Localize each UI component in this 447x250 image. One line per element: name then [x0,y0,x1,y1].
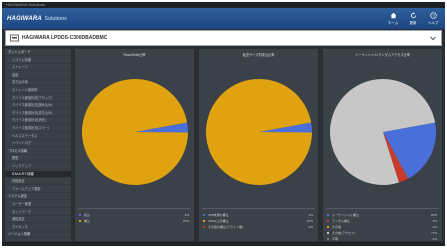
chart-legend: 4KB未満の書込 3% 4KB以上の書込 97% その他の書込(アライン無) 0% [202,212,315,230]
app-header: HAGIWARA Solutions ホーム 更新 ? ヘルプ [2,8,445,29]
sidebar-item[interactable]: ライセンス [5,224,71,231]
brand-logo: HAGIWARA Solutions [7,16,67,22]
legend-label: 書込 [84,219,91,223]
sidebar-item[interactable]: ダッシュボード [5,49,71,56]
seq-random-panel: シーケンシャル/ランダムアクセス比率シーケンシャル書込 20% ランダム書込 3% その… [323,49,442,241]
legend-swatch [79,214,81,216]
legend-value: 97% [182,219,189,223]
brand-suffix: Solutions [44,16,67,22]
sidebar-item[interactable]: 詳細設定 [5,178,71,186]
sidebar-item[interactable]: デバイス使用状況(読み込み) [5,102,71,110]
sidebar-item[interactable]: イベントログ [5,140,71,148]
svg-text:?: ? [432,13,435,18]
legend-swatch [327,238,329,240]
sidebar-nav: ダッシュボード システム情報 ストレージ 温度 書き込み量 ストレージ使用率 デバイス使用状… [5,49,71,241]
sidebar-item[interactable]: デバイス使用状況(エラー) [5,125,71,132]
legend-swatch [203,226,205,228]
app-window: HAGIWARA Solutions HAGIWARA Solutions ホー… [2,2,445,246]
divider [78,208,191,209]
sidebar-item[interactable]: ストレージ [5,64,71,72]
legend-value: 0% [308,225,313,229]
sidebar-item[interactable]: システム情報 [5,57,71,64]
home-button[interactable]: ホーム [382,10,404,27]
refresh-button[interactable]: 更新 [402,10,424,27]
help-button[interactable]: ? ヘルプ [422,10,444,27]
legend-swatch [327,232,329,234]
pie-chart [82,79,188,185]
divider [326,208,439,209]
sidebar-item[interactable]: プロセス情報 [5,148,71,155]
legend-label: その他の書込(アライン無) [208,225,243,229]
sidebar-item[interactable]: バージョン情報 [5,231,71,239]
device-selector[interactable]: HAGIWARA LPDDS-C300DBADBMC [5,30,442,46]
help-icon: ? [430,12,437,19]
legend-swatch [327,226,329,228]
sidebar-item[interactable]: 温度 [5,72,71,79]
legend-swatch [203,214,205,216]
legend-row: その他の書込(アライン無) 0% [202,224,315,230]
home-label: ホーム [387,21,399,25]
panel-title: 転送サイズ別書込比率 [242,53,275,57]
panel-title: Read/Write比率 [123,53,146,57]
brand-name: HAGIWARA [7,16,42,22]
drive-icon [10,34,19,42]
pie-chart [206,79,312,185]
help-label: ヘルプ [427,21,439,25]
legend-swatch [203,220,205,222]
sidebar-item[interactable]: 書き込み量 [5,79,71,87]
sidebar-item[interactable]: S.M.A.R.T.情報 [5,170,71,178]
legend-row: 書込 97% [78,218,191,224]
sidebar-item[interactable]: デバイス使用状況(消去) [5,117,71,125]
sidebar-item[interactable]: 通知設定 [5,216,71,224]
sidebar-item[interactable]: ヘルスステータス [5,133,71,140]
legend-swatch [79,220,81,222]
sidebar-item[interactable]: デバイス使用状況(書き込み) [5,110,71,117]
divider [202,208,315,209]
sidebar-item[interactable]: ストレージ使用率 [5,87,71,94]
rw-ratio-panel: Read/Write比率 読込 3% 書込 97% [75,49,194,241]
refresh-label: 更新 [409,21,417,25]
sidebar-item[interactable]: 履歴 [5,155,71,163]
panel-title: シーケンシャル/ランダムアクセス比率 [355,53,410,57]
legend-swatch [327,220,329,222]
sidebar-item[interactable]: ファームウェア更新 [5,186,71,193]
write-size-panel: 転送サイズ別書込比率 4KB未満の書込 3% 4KB以上の書込 97% その他の書込(アラ… [199,49,318,241]
sidebar-item[interactable]: デバイス使用状況(ブロック) [5,95,71,102]
status-bar [2,242,445,246]
device-name: HAGIWARA LPDDS-C300DBADBMC [22,35,108,41]
chevron-down-icon[interactable] [429,34,437,42]
legend-swatch [327,214,329,216]
sidebar-item[interactable]: ネットワーク [5,209,71,216]
home-icon [390,12,397,19]
sidebar-item[interactable]: バックアップ [5,163,71,170]
refresh-icon [410,12,417,19]
sidebar-item[interactable]: ユーザー管理 [5,201,71,208]
pie-chart [330,79,436,185]
sidebar-item[interactable]: システム設定 [5,193,71,201]
chart-legend: シーケンシャル書込 20% ランダム書込 3% その他 0% その他(アクセス) 77% 不明 0… [326,212,439,242]
chart-legend: 読込 3% 書込 97% [78,212,191,224]
